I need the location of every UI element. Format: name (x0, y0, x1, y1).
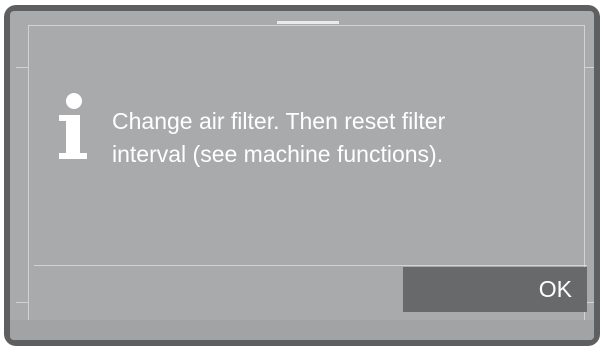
button-bar: OK (34, 265, 587, 312)
device-bezel: Change air filter. Then reset filter int… (4, 5, 600, 346)
ok-button[interactable]: OK (403, 267, 587, 312)
info-icon (59, 93, 87, 159)
frame-tick (16, 302, 28, 303)
frame-tick (16, 67, 28, 68)
dialog-message: Change air filter. Then reset filter int… (112, 108, 446, 167)
scroll-indicator (277, 21, 339, 24)
frame-top-line (28, 25, 585, 26)
bottom-strip (10, 320, 594, 340)
display-screen: Change air filter. Then reset filter int… (10, 11, 594, 340)
frame-tick (585, 67, 594, 68)
frame-left-line (28, 25, 29, 325)
